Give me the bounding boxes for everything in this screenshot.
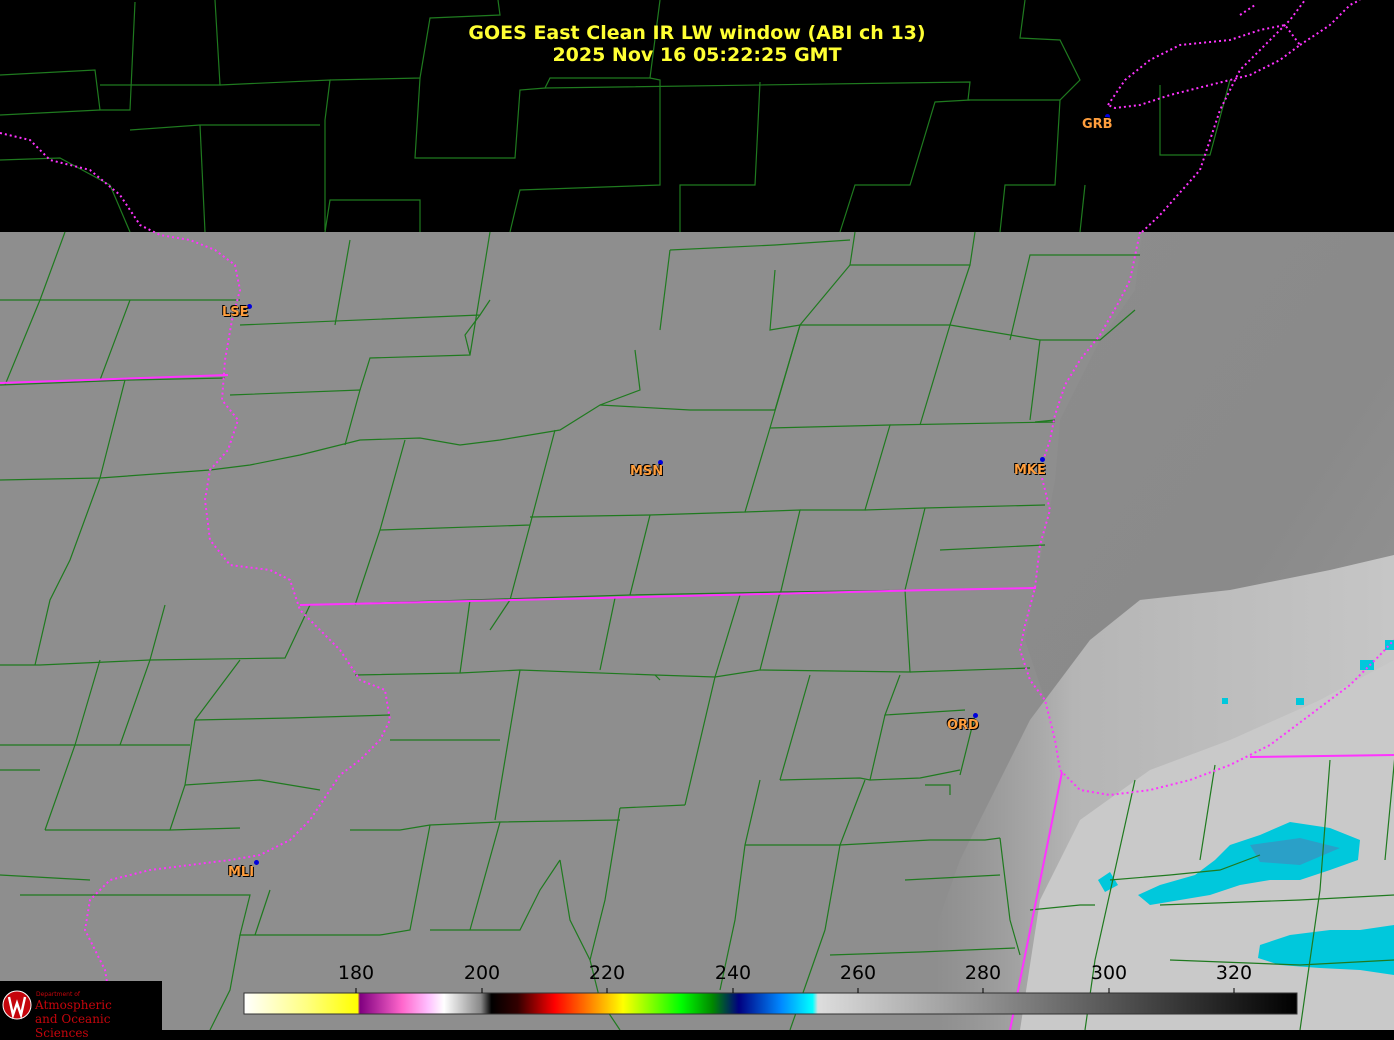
uw-aos-logo: Department of Atmospheric and Oceanic Sc… bbox=[0, 981, 162, 1040]
station-dot-mli bbox=[254, 860, 259, 865]
colorbar-tick-200: 200 bbox=[463, 962, 501, 984]
colorbar bbox=[243, 992, 1298, 1015]
city-label-msn: MSN bbox=[630, 464, 664, 479]
logo-line1: Atmospheric bbox=[35, 998, 112, 1012]
colorbar-tick-320: 320 bbox=[1215, 962, 1253, 984]
logo-line2: and Oceanic Sciences bbox=[35, 1012, 111, 1040]
colorbar-tick-240: 240 bbox=[714, 962, 752, 984]
colorbar-tick-260: 260 bbox=[839, 962, 877, 984]
satellite-map bbox=[0, 0, 1394, 1030]
city-label-grb: GRB bbox=[1082, 117, 1113, 132]
city-label-mke: MKE bbox=[1014, 463, 1046, 478]
colorbar-tick-280: 280 bbox=[964, 962, 1002, 984]
colorbar-tick-220: 220 bbox=[588, 962, 626, 984]
station-dot-mke bbox=[1040, 457, 1045, 462]
colorbar-tick-300: 300 bbox=[1090, 962, 1128, 984]
colorbar-tick-180: 180 bbox=[337, 962, 375, 984]
city-label-mli: MLI bbox=[228, 865, 255, 880]
logo-dept: Department of bbox=[36, 991, 80, 998]
city-label-ord: ORD bbox=[947, 718, 979, 733]
city-label-lse: LSE bbox=[222, 305, 249, 320]
uw-crest-icon bbox=[2, 990, 32, 1020]
map-title: GOES East Clean IR LW window (ABI ch 13) bbox=[468, 22, 926, 44]
map-timestamp: 2025 Nov 16 05:22:25 GMT bbox=[552, 44, 842, 66]
